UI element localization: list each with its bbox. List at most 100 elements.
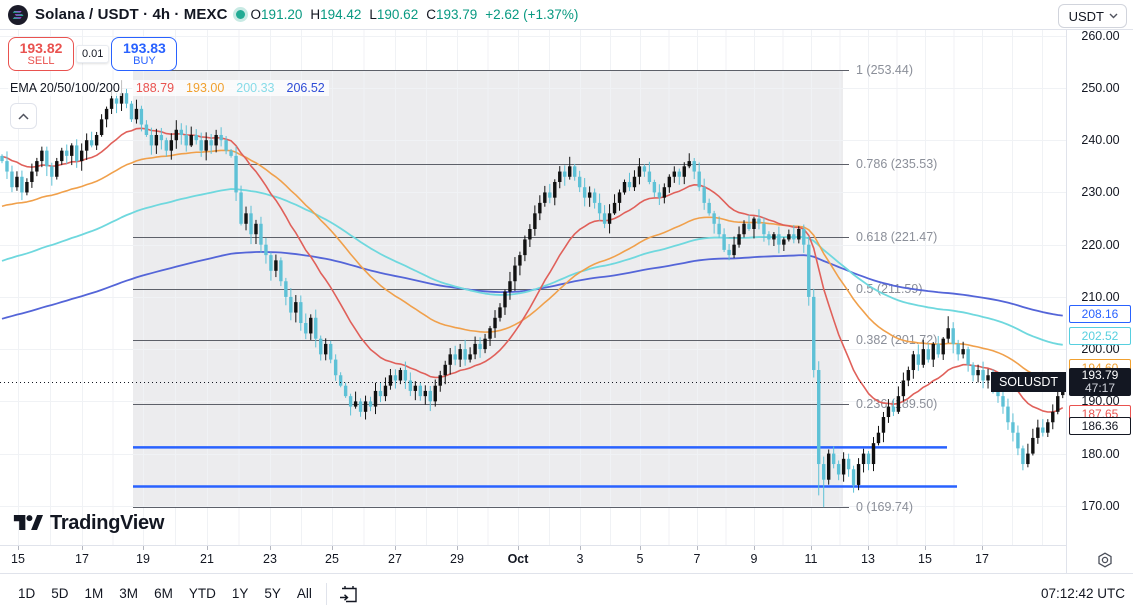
tradingview-chart-app: Solana / USDT · 4h · MEXC O191.20 H194.42… bbox=[0, 0, 1133, 613]
chart-header: Solana / USDT · 4h · MEXC O191.20 H194.42… bbox=[0, 0, 1133, 30]
time-axis-tick bbox=[82, 546, 83, 550]
price-axis[interactable]: 193.79 47:17 260.00 250.00 240.00 230.00 220… bbox=[1066, 30, 1133, 573]
time-axis-tick bbox=[982, 546, 983, 550]
time-axis-tick bbox=[925, 546, 926, 550]
chevron-up-icon bbox=[18, 113, 29, 120]
spread-value: 0.01 bbox=[76, 45, 109, 63]
time-axis-label: 5 bbox=[637, 552, 644, 566]
range-button-1m[interactable]: 1M bbox=[77, 581, 112, 606]
time-axis-tick bbox=[811, 546, 812, 550]
time-axis-label: 13 bbox=[861, 552, 875, 566]
time-axis-label: 19 bbox=[136, 552, 150, 566]
price-axis-label: 260.00 bbox=[1067, 29, 1133, 43]
time-axis-tick bbox=[457, 546, 458, 550]
collapse-legend-button[interactable] bbox=[10, 103, 37, 129]
sell-label: SELL bbox=[9, 56, 73, 68]
time-axis-label: 29 bbox=[450, 552, 464, 566]
timezone-clock[interactable]: 07:12:42 UTC bbox=[1041, 586, 1125, 601]
time-axis-tick bbox=[640, 546, 641, 550]
ohlc-pair: L190.62 bbox=[369, 7, 418, 22]
ema-legend-values: 188.79 193.00 200.33 206.52 bbox=[132, 80, 329, 96]
buy-label: BUY bbox=[112, 56, 176, 68]
time-axis-tick bbox=[207, 546, 208, 550]
time-axis-tick bbox=[332, 546, 333, 550]
chevron-down-icon bbox=[1109, 13, 1118, 19]
price-axis-label: 180.00 bbox=[1067, 447, 1133, 461]
time-axis-label: 17 bbox=[75, 552, 89, 566]
settings-hexagon-icon[interactable] bbox=[1095, 551, 1115, 571]
range-button-5d[interactable]: 5D bbox=[43, 581, 76, 606]
time-axis-label: 7 bbox=[694, 552, 701, 566]
ema-value: 193.00 bbox=[186, 81, 224, 95]
tradingview-logo-text: TradingView bbox=[50, 512, 164, 535]
time-axis-label: Oct bbox=[508, 552, 529, 566]
range-button-ytd[interactable]: YTD bbox=[181, 581, 224, 606]
current-price-value: 193.79 bbox=[1069, 369, 1131, 382]
ema-indicator-legend[interactable]: EMA 20/50/100/200 188.79 193.00 200.33 206.… bbox=[8, 80, 329, 96]
symbol-title-row[interactable]: Solana / USDT · 4h · MEXC bbox=[0, 5, 228, 25]
toolbar-divider bbox=[326, 583, 327, 605]
sell-button[interactable]: 193.82 SELL bbox=[8, 37, 74, 71]
price-chart-canvas[interactable] bbox=[0, 30, 1066, 545]
time-axis-tick bbox=[143, 546, 144, 550]
time-axis-tick bbox=[580, 546, 581, 550]
time-axis-label: 15 bbox=[11, 552, 25, 566]
ohlc-pair: H194.42 bbox=[310, 7, 361, 22]
range-button-1y[interactable]: 1Y bbox=[224, 581, 257, 606]
ema-value: 188.79 bbox=[136, 81, 174, 95]
current-price-axis-box: 193.79 47:17 bbox=[1069, 368, 1131, 396]
ema-legend-name[interactable]: EMA 20/50/100/200 bbox=[8, 80, 122, 96]
current-price-symbol-flag[interactable]: SOLUSDT bbox=[991, 372, 1066, 392]
price-axis-label: 230.00 bbox=[1067, 185, 1133, 199]
range-button-1d[interactable]: 1D bbox=[10, 581, 43, 606]
go-to-date-button[interactable] bbox=[337, 582, 361, 606]
price-axis-label: 210.00 bbox=[1067, 290, 1133, 304]
trade-widget: 193.82 SELL 0.01 193.83 BUY bbox=[8, 37, 177, 71]
change-value: +2.62 (+1.37%) bbox=[485, 7, 578, 22]
time-axis-label: 25 bbox=[325, 552, 339, 566]
time-axis-tick bbox=[270, 546, 271, 550]
market-status-dot bbox=[236, 10, 245, 19]
candle-countdown: 47:17 bbox=[1069, 382, 1131, 395]
time-axis-tick bbox=[697, 546, 698, 550]
time-axis-label: 3 bbox=[577, 552, 584, 566]
range-button-5y[interactable]: 5Y bbox=[256, 581, 289, 606]
date-range-buttons: 1D5D1M3M6MYTD1Y5YAll bbox=[10, 581, 320, 606]
tradingview-logo-icon bbox=[13, 510, 43, 536]
range-button-all[interactable]: All bbox=[289, 581, 320, 606]
time-axis-label: 9 bbox=[751, 552, 758, 566]
time-axis-tick bbox=[395, 546, 396, 550]
price-axis-label: 220.00 bbox=[1067, 238, 1133, 252]
range-button-6m[interactable]: 6M bbox=[146, 581, 181, 606]
ohlc-pair: O191.20 bbox=[251, 7, 303, 22]
time-axis[interactable]: 1517192123252729Oct357911131517 bbox=[0, 545, 1066, 573]
range-button-3m[interactable]: 3M bbox=[111, 581, 146, 606]
price-axis-label: 170.00 bbox=[1067, 499, 1133, 513]
price-axis-label: 240.00 bbox=[1067, 133, 1133, 147]
time-axis-label: 11 bbox=[805, 552, 818, 566]
ema-value: 200.33 bbox=[236, 81, 274, 95]
time-axis-label: 23 bbox=[263, 552, 277, 566]
bottom-toolbar: 1D5D1M3M6MYTD1Y5YAll 07:12:42 UTC bbox=[0, 573, 1133, 613]
time-axis-tick bbox=[754, 546, 755, 550]
time-axis-label: 15 bbox=[918, 552, 932, 566]
sell-price: 193.82 bbox=[9, 41, 73, 56]
currency-label: USDT bbox=[1069, 9, 1104, 24]
ohlc-pair: C193.79 bbox=[426, 7, 477, 22]
currency-dropdown-button[interactable]: USDT bbox=[1058, 4, 1127, 28]
price-axis-indicator-box: 202.52 bbox=[1069, 327, 1131, 345]
price-axis-indicator-box: 208.16 bbox=[1069, 305, 1131, 323]
time-axis-tick bbox=[18, 546, 19, 550]
price-axis-label: 250.00 bbox=[1067, 81, 1133, 95]
chart-plot-area[interactable]: 193.82 SELL 0.01 193.83 BUY EMA 20/50/10… bbox=[0, 30, 1066, 545]
symbol-title[interactable]: Solana / USDT · 4h · MEXC bbox=[35, 6, 228, 23]
time-axis-tick bbox=[868, 546, 869, 550]
buy-button[interactable]: 193.83 BUY bbox=[111, 37, 177, 71]
buy-price: 193.83 bbox=[112, 41, 176, 56]
price-axis-indicator-box: 186.36 bbox=[1069, 417, 1131, 435]
tradingview-logo[interactable]: TradingView bbox=[13, 510, 164, 536]
calendar-goto-icon bbox=[337, 582, 361, 606]
time-axis-label: 27 bbox=[388, 552, 402, 566]
ema-value: 206.52 bbox=[287, 81, 325, 95]
ohlc-values: O191.20 H194.42 L190.62 C193.79 +2.62 (+1.37… bbox=[251, 7, 579, 22]
